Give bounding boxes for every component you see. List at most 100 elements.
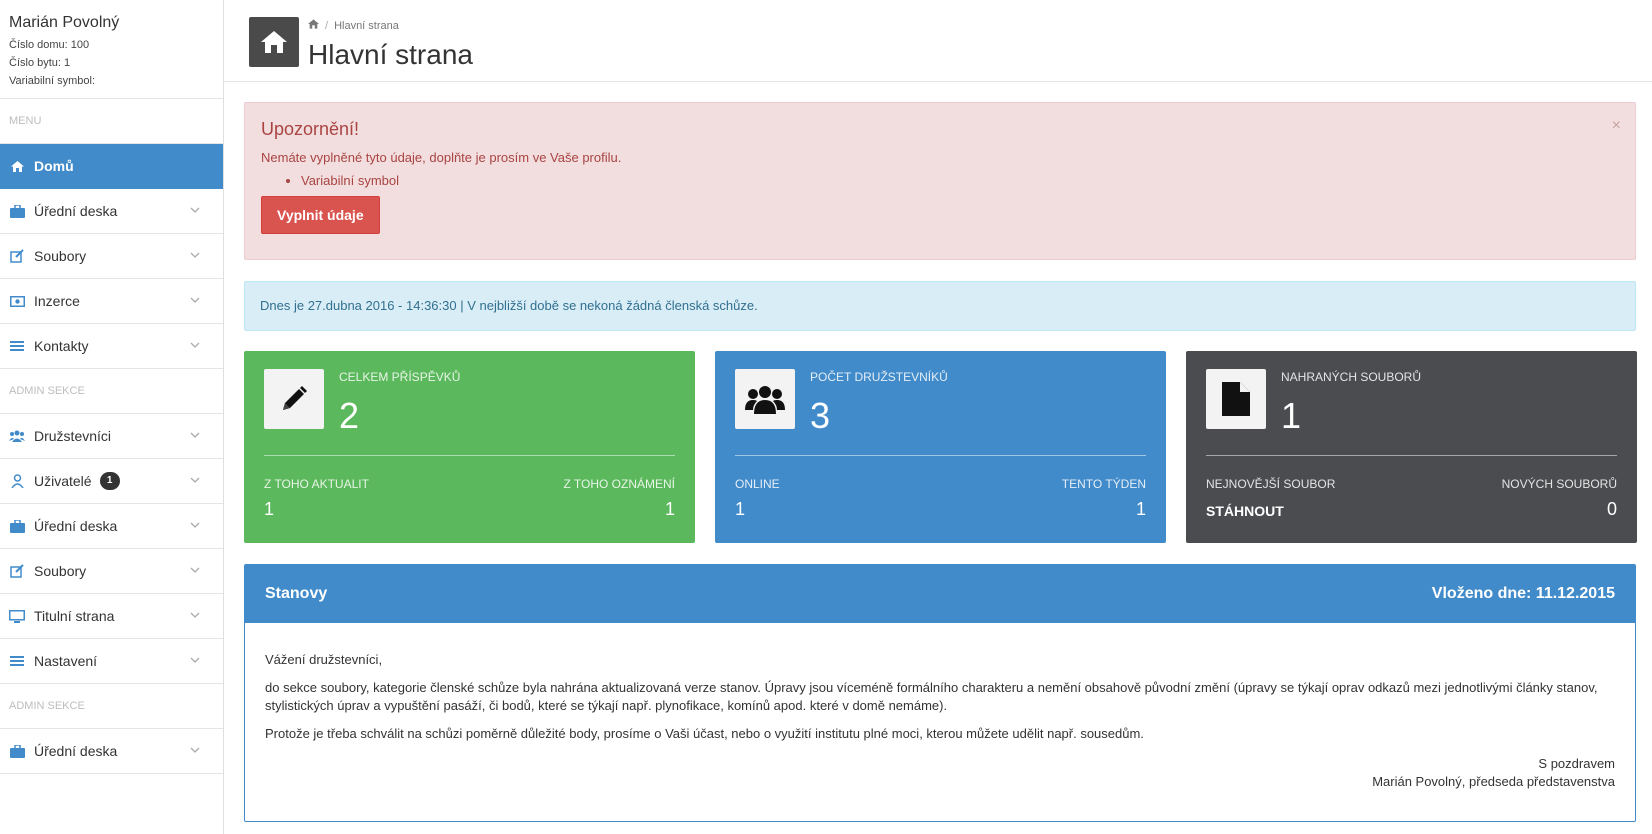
user-icon — [9, 474, 25, 488]
sidebar-item-label: Nastavení — [34, 653, 98, 669]
card-right-value: 1 — [1135, 499, 1146, 519]
breadcrumb-home-icon[interactable] — [308, 19, 319, 32]
list-icon — [9, 654, 25, 668]
list-item: Variabilní symbol — [301, 173, 1619, 188]
download-link[interactable]: STÁHNOUT — [1206, 503, 1284, 519]
flat-number: Číslo bytu: 1 — [9, 57, 71, 69]
sidebar-item-label: Domů — [34, 158, 74, 174]
breadcrumb-separator: / — [325, 19, 329, 32]
card-divider — [735, 455, 1146, 456]
sidebar-item-label: Úřední deska — [34, 518, 118, 534]
user-name: Marián Povolný — [9, 14, 120, 31]
card-left-label: Z TOHO AKTUALIT — [264, 477, 369, 491]
posts-stat-card: CELKEM PŘÍSPĚVKŮ 2 Z TOHO AKTUALIT Z TOH… — [244, 351, 695, 543]
sidebar-item-files[interactable]: Soubory — [0, 234, 223, 279]
group-icon — [735, 369, 795, 429]
pencil-icon — [264, 369, 324, 429]
sidebar-item-ads[interactable]: Inzerce — [0, 279, 223, 324]
house-number: Číslo domu: 100 — [9, 39, 90, 51]
fill-data-button[interactable]: Vyplnit údaje — [261, 196, 380, 234]
paragraph-1: do sekce soubory, kategorie členské schů… — [265, 680, 1598, 713]
sidebar-item-label: Uživatelé — [34, 473, 92, 489]
admin-section-title: ADMIN SEKCE — [0, 369, 223, 414]
card-divider — [1206, 455, 1617, 456]
briefcase-icon — [9, 744, 25, 758]
sidebar-item-label: Kontakty — [34, 338, 89, 354]
briefcase-icon — [9, 519, 25, 533]
page-title: Hlavní strana — [308, 39, 473, 70]
close-icon[interactable]: × — [1612, 117, 1621, 135]
card-value: 1 — [1281, 395, 1302, 436]
sidebar-item-label: Úřední deska — [34, 203, 118, 219]
sidebar-item-settings[interactable]: Nastavení — [0, 639, 223, 684]
chevron-down-icon — [190, 207, 200, 213]
sidebar-item-members[interactable]: Družstevníci — [0, 414, 223, 459]
alert-message: Nemáte vyplněné tyto údaje, doplňte je p… — [261, 150, 622, 165]
file-icon — [1206, 369, 1266, 429]
signature-name: Marián Povolný, předseda představenstva — [1372, 774, 1615, 789]
sidebar-item-contacts[interactable]: Kontakty — [0, 324, 223, 369]
sidebar-item-label: Družstevníci — [34, 428, 112, 444]
files-stat-card: NAHRANÝCH SOUBORŮ 1 NEJNOVĚJŠÍ SOUBOR NO… — [1186, 351, 1637, 543]
panel-date: Vloženo dne: 11.12.2015 — [1431, 585, 1615, 602]
signature-greeting: S pozdravem — [1538, 756, 1615, 771]
panel-header: Stanovy Vloženo dne: 11.12.2015 — [245, 565, 1635, 623]
chevron-down-icon — [190, 522, 200, 528]
sidebar-item-label: Soubory — [34, 563, 87, 579]
card-right-label: Z TOHO OZNÁMENÍ — [563, 477, 675, 491]
card-value: 3 — [810, 395, 831, 436]
sidebar-item-label: Titulní strana — [34, 608, 115, 624]
greeting: Vážení družstevníci, — [265, 652, 383, 667]
user-info: Marián Povolný Číslo domu: 100 Číslo byt… — [0, 0, 223, 99]
sidebar-item-title-page[interactable]: Titulní strana — [0, 594, 223, 639]
card-title: CELKEM PŘÍSPĚVKŮ — [339, 370, 461, 384]
sidebar-item-home[interactable]: Domů — [0, 144, 223, 189]
card-left-label: NEJNOVĚJŠÍ SOUBOR — [1206, 477, 1336, 491]
home-icon — [9, 159, 25, 173]
card-value: 2 — [339, 395, 360, 436]
card-right-label: NOVÝCH SOUBORŮ — [1501, 477, 1617, 491]
chevron-down-icon — [190, 252, 200, 258]
sidebar-item-label: Úřední deska — [34, 743, 118, 759]
edit-icon — [9, 249, 25, 263]
members-stat-card: POČET DRUŽSTEVNÍKŮ 3 ONLINE TENTO TÝDEN … — [715, 351, 1166, 543]
signature: S pozdravem Marián Povolný, předseda pře… — [265, 755, 1615, 791]
warning-alert: × Upozornění! Nemáte vyplněné tyto údaje… — [244, 102, 1636, 260]
alert-title: Upozornění! — [261, 119, 360, 139]
card-left-value: 1 — [735, 499, 746, 519]
paragraph-2: Protože je třeba schválit na schůzi pomě… — [265, 726, 1144, 741]
chevron-down-icon — [190, 747, 200, 753]
card-title: POČET DRUŽSTEVNÍKŮ — [810, 370, 948, 384]
money-icon — [9, 294, 25, 308]
card-right-value: 1 — [664, 499, 675, 519]
sidebar-item-admin-official-board[interactable]: Úřední deska — [0, 504, 223, 549]
chevron-down-icon — [190, 657, 200, 663]
chevron-down-icon — [190, 567, 200, 573]
card-left-label: ONLINE — [735, 477, 780, 491]
sidebar-item-admin-files[interactable]: Soubory — [0, 549, 223, 594]
breadcrumb-current: Hlavní strana — [334, 19, 399, 32]
card-title: NAHRANÝCH SOUBORŮ — [1281, 370, 1422, 384]
sidebar-item-users[interactable]: Uživatelé 1 — [0, 459, 223, 504]
chevron-down-icon — [190, 432, 200, 438]
sidebar: Marián Povolný Číslo domu: 100 Číslo byt… — [0, 0, 224, 834]
missing-fields-list: Variabilní symbol — [301, 173, 1619, 188]
info-alert: Dnes je 27.dubna 2016 - 14:36:30 | V nej… — [244, 281, 1636, 331]
sidebar-item-official-board[interactable]: Úřední deska — [0, 189, 223, 234]
admin-section-title-2: ADMIN SEKCE — [0, 684, 223, 729]
variable-symbol: Variabilní symbol: — [9, 75, 95, 87]
edit-icon — [9, 564, 25, 578]
chevron-down-icon — [190, 612, 200, 618]
users-icon — [9, 429, 25, 443]
page-header: / Hlavní strana Hlavní strana — [224, 0, 1652, 82]
briefcase-icon — [9, 204, 25, 218]
chevron-down-icon — [190, 297, 200, 303]
panel-title: Stanovy — [265, 585, 328, 602]
card-left-value: 1 — [264, 499, 275, 519]
menu-section-title: MENU — [0, 99, 223, 144]
sidebar-item-admin2-official-board[interactable]: Úřední deska — [0, 729, 223, 774]
sidebar-item-label: Soubory — [34, 248, 87, 264]
breadcrumb: / Hlavní strana — [308, 19, 399, 32]
card-right-value: 0 — [1606, 499, 1617, 519]
users-count-badge: 1 — [99, 472, 120, 490]
